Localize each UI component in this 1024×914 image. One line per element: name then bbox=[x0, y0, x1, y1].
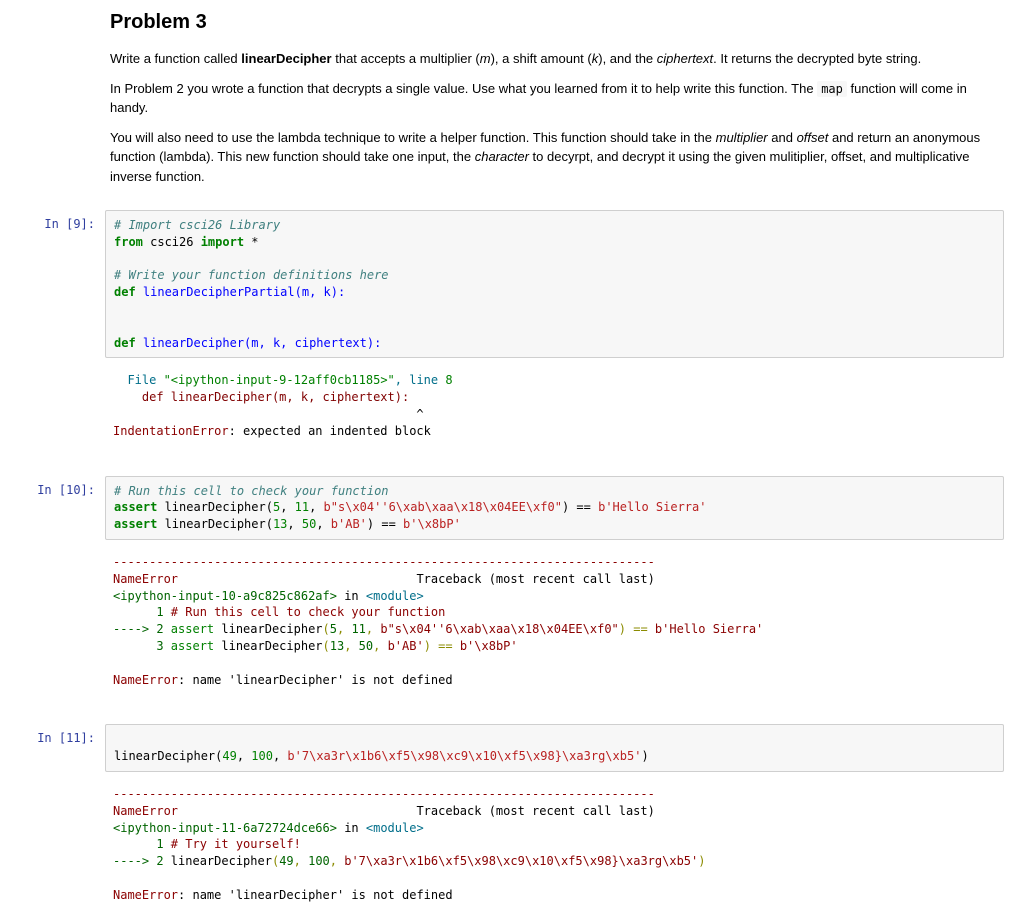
code-cell-10: In [10]: # Run this cell to check your f… bbox=[0, 472, 1024, 544]
map-code: map bbox=[817, 81, 847, 97]
problem-paragraph-3: You will also need to use the lambda tec… bbox=[110, 128, 1004, 187]
code-output-10: ----------------------------------------… bbox=[105, 548, 1004, 694]
code-output-9-row: File "<ipython-input-9-12aff0cb1185>", l… bbox=[0, 362, 1024, 449]
spacer bbox=[0, 698, 1024, 720]
code-output-9: File "<ipython-input-9-12aff0cb1185>", l… bbox=[105, 366, 1004, 445]
problem-paragraph-1: Write a function called linearDecipher t… bbox=[110, 49, 1004, 69]
spacer bbox=[0, 450, 1024, 472]
code-input-10[interactable]: # Run this cell to check your function a… bbox=[105, 476, 1004, 540]
problem-paragraph-2: In Problem 2 you wrote a function that d… bbox=[110, 79, 1004, 118]
code-output-11: ----------------------------------------… bbox=[105, 780, 1004, 910]
prompt-out-11 bbox=[0, 780, 105, 786]
prompt-in-10: In [10]: bbox=[0, 476, 105, 499]
prompt-in-11: In [11]: bbox=[0, 724, 105, 747]
code-input-11[interactable]: linearDecipher(49, 100, b'7\xa3r\x1b6\xf… bbox=[105, 724, 1004, 772]
prompt-out-10 bbox=[0, 548, 105, 554]
code-output-10-row: ----------------------------------------… bbox=[0, 544, 1024, 698]
notebook: Problem 3 Write a function called linear… bbox=[0, 8, 1024, 914]
code-cell-11: In [11]: linearDecipher(49, 100, b'7\xa3… bbox=[0, 720, 1024, 776]
code-cell-9: In [9]: # Import csci26 Library from csc… bbox=[0, 206, 1024, 362]
prompt-in-9: In [9]: bbox=[0, 210, 105, 233]
markdown-cell-problem3: Problem 3 Write a function called linear… bbox=[0, 8, 1024, 206]
problem-title: Problem 3 bbox=[110, 8, 1004, 37]
prompt-out-9 bbox=[0, 366, 105, 372]
code-input-9[interactable]: # Import csci26 Library from csci26 impo… bbox=[105, 210, 1004, 358]
code-output-11-row: ----------------------------------------… bbox=[0, 776, 1024, 914]
